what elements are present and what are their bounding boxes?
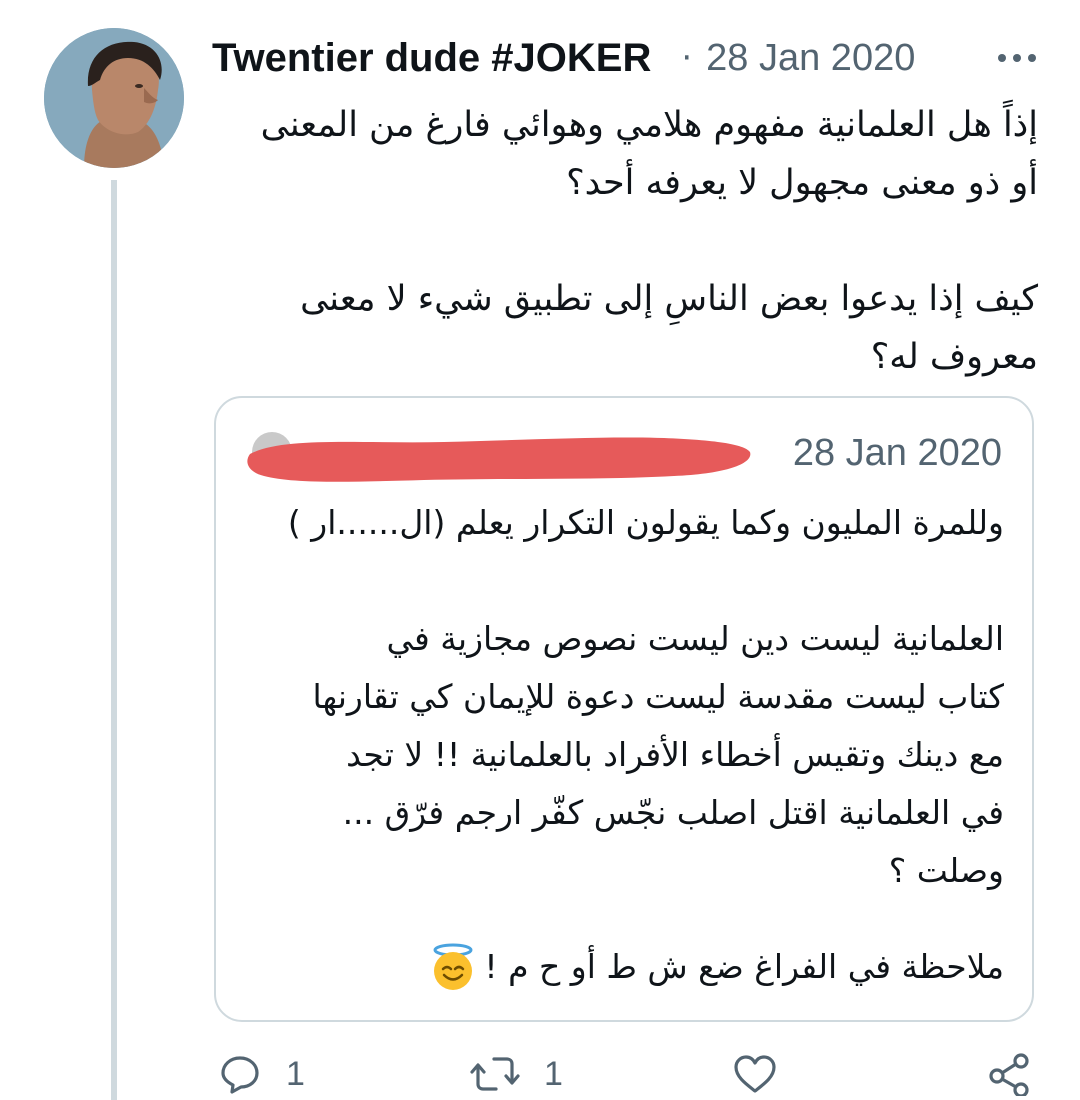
reply-icon (218, 1052, 262, 1096)
tweet-text: إذاً هل العلمانية مفهوم هلامي وهوائي فار… (260, 105, 1038, 377)
tweet-action-bar: 1 1 (212, 1052, 1042, 1100)
author-name[interactable]: Twentier dude #JOKER (212, 36, 651, 81)
heart-icon (732, 1052, 778, 1096)
reply-button[interactable]: 1 (218, 1052, 305, 1096)
tweet-date[interactable]: 28 Jan 2020 (706, 37, 915, 80)
author-avatar[interactable] (44, 28, 184, 168)
redacted-author-mark (244, 430, 756, 484)
quoted-tweet-header: 28 Jan 2020 (244, 428, 1002, 484)
tweet-header: Twentier dude #JOKER · 28 Jan 2020 (212, 30, 1042, 86)
like-button[interactable] (732, 1052, 778, 1096)
quoted-tweet-date[interactable]: 28 Jan 2020 (793, 432, 1002, 475)
smiling-face-with-halo-icon (428, 942, 478, 992)
more-options-icon[interactable] (998, 54, 1042, 62)
share-button[interactable] (986, 1052, 1032, 1096)
retweet-icon (470, 1052, 520, 1096)
header-separator: · (681, 38, 693, 78)
quoted-tweet-note-text: ملاحظة في الفراغ ضع ش ط أو ح م ! (484, 947, 1004, 986)
thread-connector-line (111, 180, 117, 1100)
share-icon (986, 1052, 1032, 1096)
quoted-tweet-card[interactable]: 28 Jan 2020 وللمرة المليون وكما يقولون ا… (214, 396, 1034, 1022)
reply-count: 1 (286, 1054, 305, 1093)
retweet-button[interactable]: 1 (470, 1052, 563, 1096)
quoted-tweet-note: ملاحظة في الفراغ ضع ش ط أو ح م ! (244, 938, 1004, 996)
retweet-count: 1 (544, 1054, 563, 1093)
avatar-portrait-image (44, 28, 184, 168)
quoted-tweet-text: وللمرة المليون وكما يقولون التكرار يعلم … (287, 503, 1004, 890)
